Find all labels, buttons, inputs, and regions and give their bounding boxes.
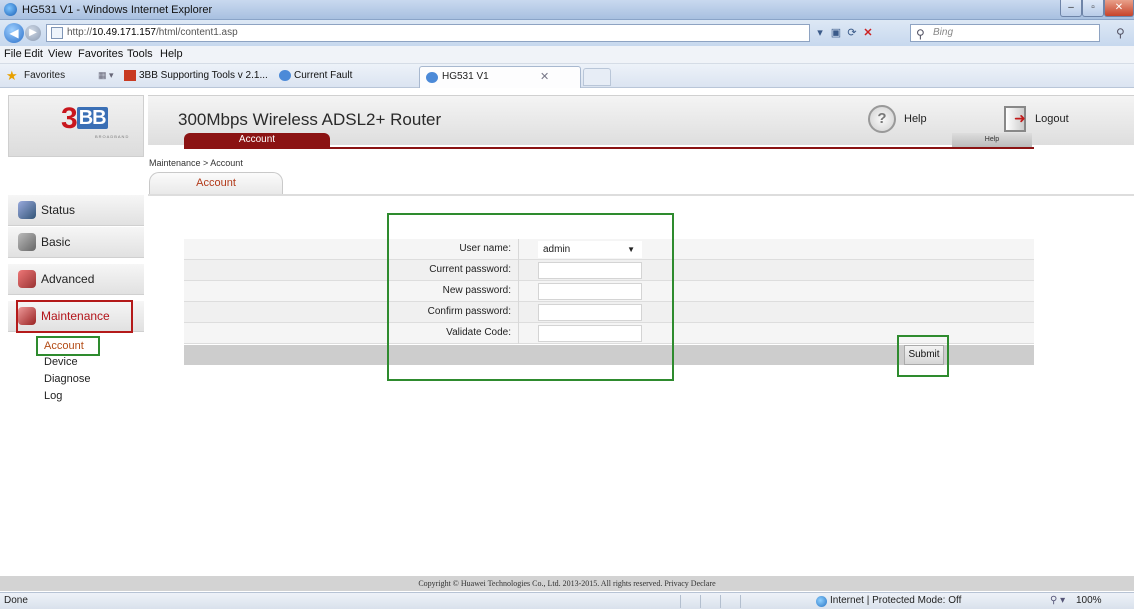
- status-text: Done: [4, 595, 28, 606]
- close-tab-icon[interactable]: ✕: [540, 70, 549, 83]
- advanced-settings-icon: [18, 270, 36, 288]
- page-icon: [51, 27, 63, 39]
- favorites-label[interactable]: Favorites: [24, 70, 65, 81]
- ie-logo-icon: [4, 3, 17, 16]
- divider: [680, 595, 681, 608]
- breadcrumb: Maintenance > Account: [149, 158, 243, 168]
- url-path: /html/content1.asp: [155, 27, 238, 38]
- zoom-tools-icon[interactable]: ⚲ ▾: [1050, 595, 1065, 606]
- compat-view-icon[interactable]: ▣: [828, 24, 844, 42]
- minimize-button[interactable]: ‒: [1060, 0, 1082, 17]
- back-button[interactable]: ◀: [4, 23, 24, 43]
- url-prefix: http://: [67, 27, 93, 38]
- highlight-submit: [897, 335, 949, 377]
- quick-tabs-icon[interactable]: ▦ ▾: [98, 70, 114, 81]
- sidebar-item-label: Advanced: [41, 272, 95, 286]
- logout-arrow-icon: ➜: [1014, 110, 1026, 126]
- refresh-icon[interactable]: ⟳: [844, 24, 860, 42]
- menu-tools[interactable]: Tools: [127, 48, 153, 60]
- sidebar-item-label: Status: [41, 203, 76, 217]
- product-title: 300Mbps Wireless ADSL2+ Router: [178, 110, 442, 129]
- sidebar-subitem-log[interactable]: Log: [44, 390, 62, 402]
- tab-title: HG531 V1: [442, 71, 489, 82]
- favorites-bar: ★ Favorites ▦ ▾ 3BB Supporting Tools v 2…: [0, 64, 1134, 88]
- search-placeholder: Bing: [933, 27, 954, 38]
- ie-page-icon: [426, 72, 438, 83]
- url-host: 10.49.171.157: [92, 27, 156, 38]
- forward-button[interactable]: ▶: [25, 25, 41, 41]
- status-icon: [18, 201, 36, 219]
- help-icon[interactable]: ?: [868, 105, 896, 133]
- close-window-button[interactable]: ✕: [1104, 0, 1134, 17]
- zoom-level[interactable]: 100%: [1076, 595, 1102, 606]
- copyright-footer: Copyright © Huawei Technologies Co., Ltd…: [0, 576, 1134, 591]
- divider: [148, 194, 1134, 196]
- search-go-icon[interactable]: ⚲: [1116, 26, 1125, 40]
- menu-bar: File Edit View Favorites Tools Help: [0, 46, 1134, 64]
- status-bar: Done Internet | Protected Mode: Off ⚲ ▾ …: [0, 592, 1134, 609]
- menu-favorites[interactable]: Favorites: [78, 48, 123, 60]
- sidebar-item-status[interactable]: Status: [8, 195, 144, 226]
- favorites-star-icon[interactable]: ★: [6, 68, 18, 84]
- basic-settings-icon: [18, 233, 36, 251]
- menu-edit[interactable]: Edit: [24, 48, 43, 60]
- tab-account[interactable]: Account: [149, 172, 283, 194]
- tab-hg531[interactable]: HG531 V1 ✕: [419, 66, 581, 88]
- address-tools: ▾ ▣ ⟳ ✕: [812, 24, 912, 42]
- brand-logo: 3 BB: [61, 102, 108, 135]
- menu-help[interactable]: Help: [160, 48, 183, 60]
- sidebar-subitem-diagnose[interactable]: Diagnose: [44, 373, 90, 385]
- dropdown-arrow-icon[interactable]: ▾: [812, 24, 828, 42]
- ie-page-icon: [279, 70, 291, 81]
- sidebar-item-basic[interactable]: Basic: [8, 227, 144, 258]
- window-titlebar: HG531 V1 - Windows Internet Explorer ‒ ▫…: [0, 0, 1134, 20]
- favorite-link-current-fault[interactable]: Current Fault: [294, 70, 352, 81]
- sidebar-subitem-device[interactable]: Device: [44, 356, 78, 368]
- logo-box: 3 BB BROADBAND: [8, 95, 144, 157]
- maximize-button[interactable]: ▫: [1082, 0, 1104, 17]
- highlight-form: [387, 213, 674, 381]
- favorite-link-icon: [124, 70, 136, 81]
- panel-title: Account: [184, 133, 330, 148]
- logout-link[interactable]: Logout: [1035, 113, 1069, 125]
- new-tab-button[interactable]: [583, 68, 611, 86]
- highlight-maintenance: [16, 300, 133, 333]
- stop-icon[interactable]: ✕: [860, 24, 876, 42]
- window-title: HG531 V1 - Windows Internet Explorer: [22, 4, 213, 16]
- panel-rule: [184, 147, 1034, 149]
- search-icon: ⚲: [916, 27, 925, 41]
- logo-subtitle: BROADBAND: [95, 134, 130, 139]
- highlight-account: [36, 336, 100, 356]
- divider: [700, 595, 701, 608]
- search-input[interactable]: ⚲ Bing: [910, 24, 1100, 42]
- url-field[interactable]: http://10.49.171.157/html/content1.asp: [46, 24, 810, 42]
- menu-view[interactable]: View: [48, 48, 72, 60]
- divider: [740, 595, 741, 608]
- sidebar-item-label: Basic: [41, 235, 71, 249]
- security-zone[interactable]: Internet | Protected Mode: Off: [830, 595, 961, 606]
- globe-icon: [816, 596, 827, 607]
- divider: [720, 595, 721, 608]
- favorite-link-3bb[interactable]: 3BB Supporting Tools v 2.1...: [139, 70, 268, 81]
- panel-help-button[interactable]: Help: [952, 133, 1032, 147]
- address-bar: ◀ ▶ http://10.49.171.157/html/content1.a…: [0, 20, 1134, 46]
- sidebar-item-advanced[interactable]: Advanced: [8, 264, 144, 295]
- menu-file[interactable]: File: [4, 48, 22, 60]
- help-link[interactable]: Help: [904, 113, 927, 125]
